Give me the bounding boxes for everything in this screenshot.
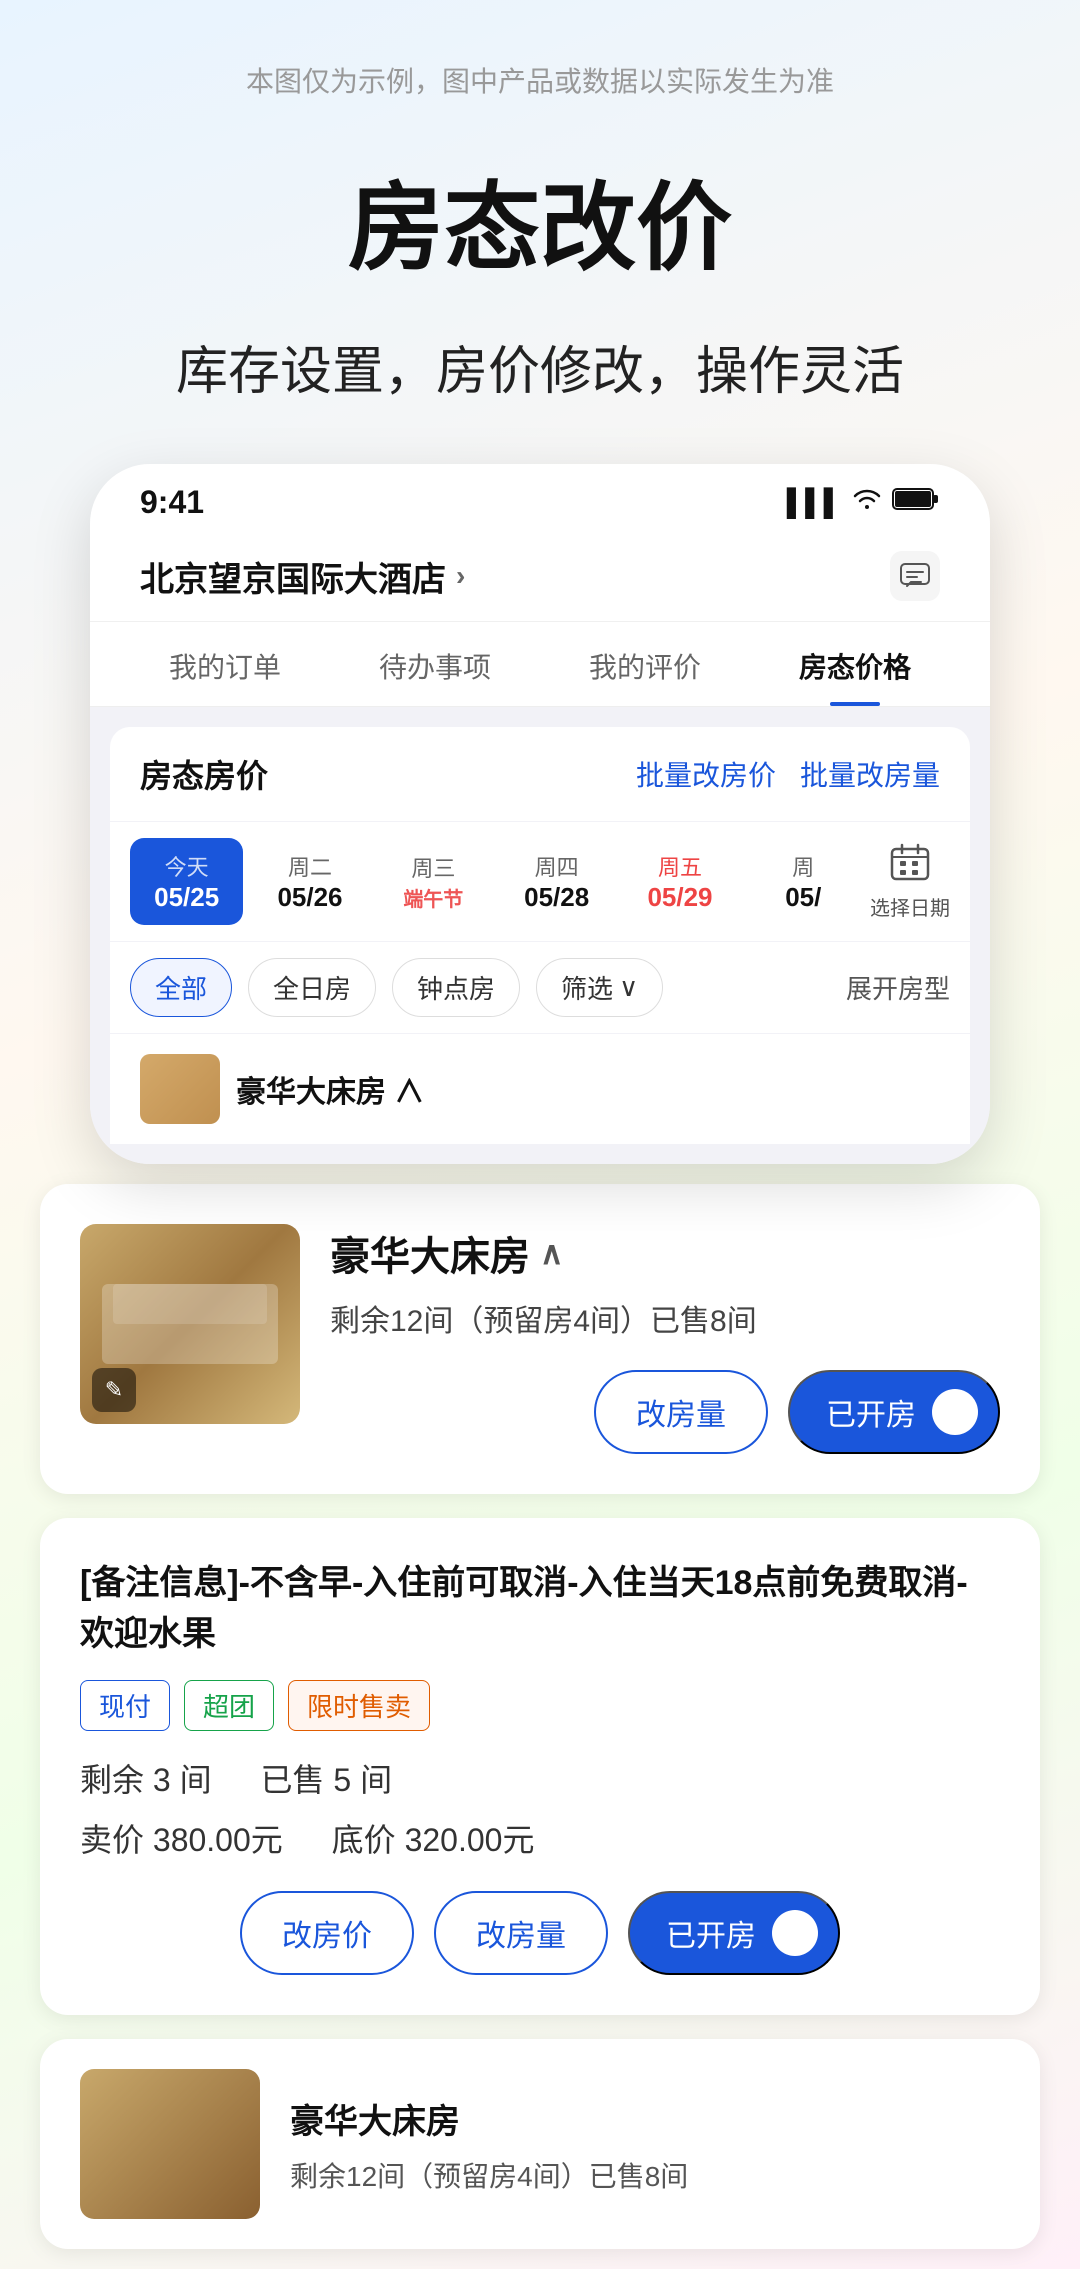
edit-photo-btn[interactable]: ✎ — [92, 1368, 136, 1412]
calendar-label: 选择日期 — [870, 892, 950, 921]
preview-room-name: 豪华大床房 — [290, 2094, 688, 2143]
tab-reviews[interactable]: 我的评价 — [540, 622, 750, 706]
rate-card: [备注信息]-不含早-入住前可取消-入住当天18点前免费取消-欢迎水果 现付 超… — [40, 1518, 1040, 2015]
phone-mockup: 9:41 ▌▌▌ — [90, 464, 990, 1164]
room-image: ✎ — [80, 1224, 300, 1424]
room-open-toggle[interactable]: 已开房 — [788, 1370, 1000, 1454]
bottom-cards-section: ✎ 豪华大床房 ∧ 剩余12间（预留房4间）已售8间 改房量 已开房 [备注信息… — [0, 1164, 1080, 2269]
change-price-btn[interactable]: 改房价 — [240, 1891, 414, 1975]
hotel-header: 北京望京国际大酒店 › — [90, 531, 990, 622]
room-content-area: 房态房价 批量改房价 批量改房量 今天 05/25 周二 05/26 周三 — [90, 707, 990, 1164]
hotel-name-chevron-icon: › — [456, 560, 465, 592]
date-wed[interactable]: 周三 端午节 — [377, 839, 490, 924]
filter-hourly[interactable]: 钟点房 — [392, 958, 520, 1017]
calendar-icon — [890, 843, 930, 888]
date-fri[interactable]: 周五 05/29 — [623, 838, 736, 925]
date-today[interactable]: 今天 05/25 — [130, 838, 243, 925]
day-name-wed: 周三 — [385, 851, 482, 883]
preview-stock-text: 剩余12间（预留房4间）已售8间 — [290, 2155, 688, 2195]
tab-pending[interactable]: 待办事项 — [330, 622, 540, 706]
section-header: 房态房价 批量改房价 批量改房量 — [110, 727, 970, 821]
section-actions: 批量改房价 批量改房量 — [636, 754, 940, 794]
day-name-tue: 周二 — [261, 850, 358, 882]
room-name-text: 豪华大床房 — [330, 1224, 530, 1282]
tab-bar: 我的订单 待办事项 我的评价 房态价格 — [90, 622, 990, 707]
tag-limited-sale: 限时售卖 — [288, 1680, 430, 1731]
tag-super-group: 超团 — [184, 1680, 274, 1731]
rate-stock-row: 剩余 3 间 已售 5 间 — [80, 1755, 1000, 1801]
day-num-tue: 05/26 — [261, 882, 358, 913]
room-type-name-preview: 豪华大床房 ∧ — [236, 1067, 424, 1111]
day-num-sat: 05/ — [755, 882, 852, 913]
status-time: 9:41 — [140, 484, 204, 521]
expand-room-type[interactable]: 展开房型 — [846, 969, 950, 1006]
rate-toggle-circle-icon — [772, 1910, 818, 1956]
chevron-down-icon: ∨ — [619, 972, 638, 1003]
battery-icon — [892, 486, 940, 519]
phone-frame: 9:41 ▌▌▌ — [90, 464, 990, 1164]
tag-current-pay: 现付 — [80, 1680, 170, 1731]
room-open-label: 已开房 — [826, 1390, 916, 1434]
room-type-row[interactable]: 豪华大床房 ∧ — [110, 1034, 970, 1144]
sold-count: 已售 5 间 — [260, 1762, 392, 1798]
toggle-circle-icon — [932, 1389, 978, 1435]
change-quantity-btn[interactable]: 改房量 — [594, 1370, 768, 1454]
bulk-change-quantity-btn[interactable]: 批量改房量 — [800, 754, 940, 794]
disclaimer-text: 本图仅为示例，图中产品或数据以实际发生为准 — [0, 0, 1080, 130]
main-title: 房态改价 — [0, 130, 1080, 329]
room-card-name: 豪华大床房 ∧ — [330, 1224, 1000, 1282]
day-name-fri: 周五 — [631, 850, 728, 882]
bulk-change-price-btn[interactable]: 批量改房价 — [636, 754, 776, 794]
day-num-wed: 端午节 — [385, 883, 482, 912]
room-card-stock: 剩余12间（预留房4间）已售8间 — [330, 1296, 1000, 1340]
room-info: 豪华大床房 ∧ 剩余12间（预留房4间）已售8间 改房量 已开房 — [330, 1224, 1000, 1454]
bottom-preview-card: 豪华大床房 剩余12间（预留房4间）已售8间 — [40, 2039, 1040, 2249]
tab-room-status[interactable]: 房态价格 — [750, 622, 960, 706]
hotel-name-text: 北京望京国际大酒店 — [140, 552, 446, 601]
preview-room-image — [80, 2069, 260, 2219]
rate-tags: 现付 超团 限时售卖 — [80, 1680, 1000, 1731]
filter-bar: 全部 全日房 钟点房 筛选 ∨ 展开房型 — [110, 942, 970, 1033]
preview-info: 豪华大床房 剩余12间（预留房4间）已售8间 — [290, 2094, 688, 2195]
signal-icon: ▌▌▌ — [787, 487, 842, 518]
rate-card-actions: 改房价 改房量 已开房 — [80, 1891, 1000, 1975]
section-title: 房态房价 — [140, 751, 268, 797]
rate-open-toggle[interactable]: 已开房 — [628, 1891, 840, 1975]
subtitle-text: 库存设置，房价修改，操作灵活 — [0, 329, 1080, 464]
day-num-today: 05/25 — [138, 882, 235, 913]
hotel-name-area[interactable]: 北京望京国际大酒店 › — [140, 552, 465, 601]
sell-price: 卖价 380.00元 — [80, 1822, 283, 1858]
rate-change-quantity-btn[interactable]: 改房量 — [434, 1891, 608, 1975]
day-num-thu: 05/28 — [508, 882, 605, 913]
floor-price: 底价 320.00元 — [332, 1822, 535, 1858]
rate-card-title: [备注信息]-不含早-入住前可取消-入住当天18点前免费取消-欢迎水果 — [80, 1558, 1000, 1660]
day-num-fri: 05/29 — [631, 882, 728, 913]
room-card-actions: 改房量 已开房 — [330, 1370, 1000, 1454]
status-bar: 9:41 ▌▌▌ — [90, 464, 990, 531]
date-tue[interactable]: 周二 05/26 — [253, 838, 366, 925]
date-bar: 今天 05/25 周二 05/26 周三 端午节 周四 05/28 周五 0 — [110, 822, 970, 941]
rate-open-label: 已开房 — [666, 1911, 756, 1955]
remaining-count: 剩余 3 间 — [80, 1762, 212, 1798]
room-thumb-small — [140, 1054, 220, 1124]
tab-my-orders[interactable]: 我的订单 — [120, 622, 330, 706]
wifi-icon — [852, 487, 882, 518]
big-room-card: ✎ 豪华大床房 ∧ 剩余12间（预留房4间）已售8间 改房量 已开房 — [40, 1184, 1040, 1494]
filter-full-day[interactable]: 全日房 — [248, 958, 376, 1017]
message-icon[interactable] — [890, 551, 940, 601]
status-icons: ▌▌▌ — [787, 486, 940, 519]
day-name-today: 今天 — [138, 850, 235, 882]
date-sat[interactable]: 周 05/ — [747, 838, 860, 925]
filter-dropdown-btn[interactable]: 筛选 ∨ — [536, 958, 663, 1017]
date-calendar[interactable]: 选择日期 — [870, 843, 950, 921]
date-thu[interactable]: 周四 05/28 — [500, 838, 613, 925]
day-name-sat: 周 — [755, 850, 852, 882]
rate-price-row: 卖价 380.00元 底价 320.00元 — [80, 1815, 1000, 1861]
day-name-thu: 周四 — [508, 850, 605, 882]
room-card-chevron-icon: ∧ — [540, 1234, 563, 1272]
filter-all[interactable]: 全部 — [130, 958, 232, 1017]
